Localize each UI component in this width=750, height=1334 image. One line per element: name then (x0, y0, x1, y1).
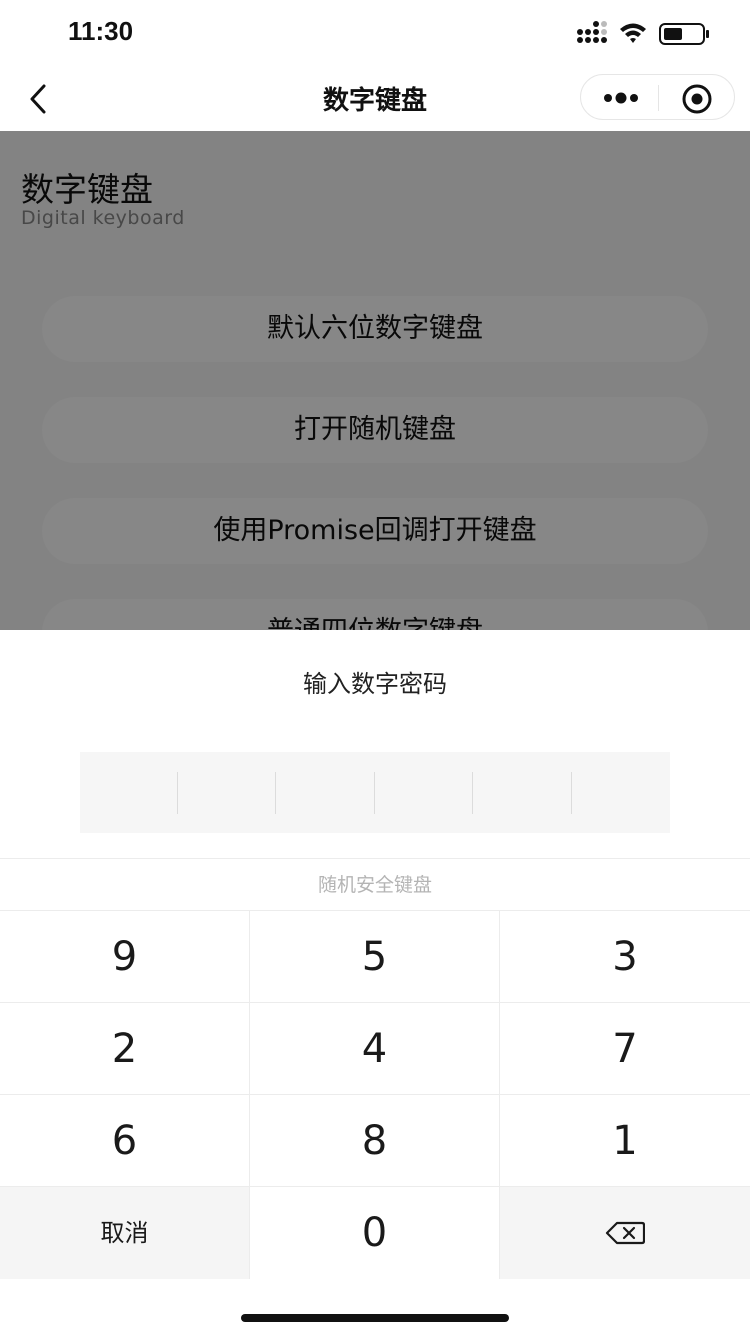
key-4[interactable]: 4 (250, 1003, 500, 1095)
key-1[interactable]: 1 (500, 1095, 750, 1187)
password-digit-separator (275, 772, 276, 814)
delete-button[interactable] (500, 1187, 750, 1279)
key-6[interactable]: 6 (0, 1095, 250, 1187)
keyboard-panel: 输入数字密码 随机安全键盘 9 5 3 2 4 7 6 8 1 取消 0 (0, 630, 750, 1334)
status-bar: 11:30 (0, 0, 750, 66)
key-5[interactable]: 5 (250, 911, 500, 1003)
home-indicator (241, 1314, 509, 1322)
battery-icon (659, 23, 709, 45)
nav-bar: 数字键盘 (0, 66, 750, 131)
secure-keyboard-hint: 随机安全键盘 (0, 858, 750, 910)
more-icon[interactable] (603, 89, 639, 107)
backspace-icon (605, 1221, 645, 1245)
key-7[interactable]: 7 (500, 1003, 750, 1095)
keyboard-title: 输入数字密码 (303, 670, 447, 698)
close-miniprogram-icon[interactable] (681, 83, 713, 115)
key-9[interactable]: 9 (0, 911, 250, 1003)
key-2[interactable]: 2 (0, 1003, 250, 1095)
capsule-divider (658, 85, 659, 111)
password-digit-separator (571, 772, 572, 814)
password-digit-separator (374, 772, 375, 814)
cellular-signal-icon (577, 21, 607, 43)
key-8[interactable]: 8 (250, 1095, 500, 1187)
mini-program-capsule (580, 74, 735, 120)
password-digit-separator (177, 772, 178, 814)
cancel-button[interactable]: 取消 (0, 1187, 250, 1279)
key-3[interactable]: 3 (500, 911, 750, 1003)
status-time: 11:30 (68, 16, 134, 46)
status-icons (577, 21, 709, 45)
number-keypad: 9 5 3 2 4 7 6 8 1 取消 0 (0, 910, 750, 1279)
modal-mask[interactable] (0, 131, 750, 631)
password-digit-separator (472, 772, 473, 814)
wifi-icon (620, 23, 646, 43)
key-0[interactable]: 0 (250, 1187, 500, 1279)
password-input-box[interactable] (80, 752, 670, 833)
